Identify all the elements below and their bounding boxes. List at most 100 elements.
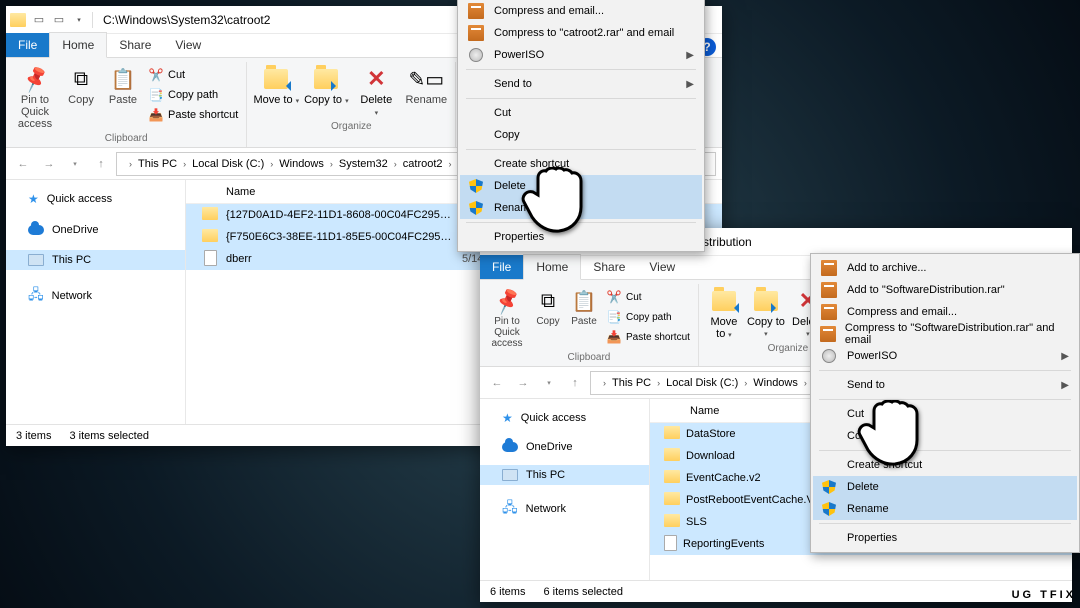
cell-name: {F750E6C3-38EE-11D1-85E5-00C04FC295… (226, 231, 462, 243)
context-menu: Compress and email... Compress to "catro… (457, 0, 705, 252)
move-to-button[interactable]: Move to ▾ (253, 64, 299, 106)
folder-icon (664, 426, 680, 439)
copy-path-button[interactable]: 📑Copy path (604, 308, 692, 326)
nav-forward[interactable]: → (38, 153, 60, 175)
nav-history[interactable]: ▾ (538, 372, 560, 394)
sidebar-quick-access[interactable]: ★Quick access (480, 407, 649, 429)
tab-home[interactable]: Home (49, 32, 107, 58)
menu-item[interactable]: Create shortcut (813, 454, 1077, 476)
copy-to-button[interactable]: Copy to ▾ (303, 64, 349, 106)
crumb[interactable]: Local Disk (C:) (662, 377, 742, 389)
menu-item[interactable]: Copy (813, 425, 1077, 447)
menu-item[interactable]: Properties (460, 226, 702, 248)
copy-button[interactable]: ⧉Copy (62, 64, 100, 106)
crumb[interactable]: catroot2 (399, 158, 447, 170)
copy-path-label: Copy path (168, 89, 218, 101)
menu-item[interactable]: Delete (460, 175, 702, 197)
qat-more[interactable]: ▾ (72, 13, 86, 27)
copy-to-icon (754, 291, 778, 311)
tab-file[interactable]: File (480, 255, 523, 279)
pin-to-quick-access-button[interactable]: 📌Pin to Quick access (486, 286, 528, 349)
paste-shortcut-button[interactable]: 📥Paste shortcut (604, 328, 692, 346)
crumb[interactable]: Windows (749, 377, 802, 389)
menu-item[interactable]: Add to "SoftwareDistribution.rar" (813, 279, 1077, 301)
qat-newfolder[interactable]: ▭ (52, 13, 66, 27)
menu-item[interactable]: Compress and email... (460, 0, 702, 22)
sidebar-this-pc[interactable]: This PC (6, 250, 185, 270)
menu-item[interactable]: Compress and email... (813, 301, 1077, 323)
menu-item[interactable]: Copy (460, 124, 702, 146)
menu-item[interactable]: Add to archive... (813, 257, 1077, 279)
menu-item[interactable]: Send to ▶ (460, 73, 702, 95)
nav-back[interactable]: ← (12, 153, 34, 175)
rename-button[interactable]: ✎▭Rename (403, 64, 449, 106)
folder-icon (202, 229, 218, 242)
nav-up[interactable]: ↑ (90, 153, 112, 175)
sidebar-onedrive[interactable]: OneDrive (6, 220, 185, 240)
paste-shortcut-button[interactable]: 📥Paste shortcut (146, 106, 240, 124)
copy-to-button[interactable]: Copy to ▾ (747, 286, 785, 339)
cut-label: Cut (168, 69, 185, 81)
menu-item[interactable]: Cut (460, 102, 702, 124)
cut-button[interactable]: ✂️Cut (604, 288, 692, 306)
menu-item[interactable]: Delete (813, 476, 1077, 498)
rename-icon: ✎▭ (413, 66, 439, 92)
qat-props[interactable]: ▭ (32, 13, 46, 27)
sidebar-onedrive[interactable]: OneDrive (480, 437, 649, 457)
col-name[interactable]: Name (186, 186, 456, 198)
sidebar-network[interactable]: 🖧Network (6, 280, 185, 312)
status-selected: 6 items selected (543, 586, 622, 598)
tab-home[interactable]: Home (523, 254, 581, 280)
copy-icon: ⧉ (535, 288, 561, 314)
menu-item[interactable]: PowerISO ▶ (813, 345, 1077, 367)
menu-item[interactable]: Cut (813, 403, 1077, 425)
menu-label: Add to archive... (847, 262, 927, 274)
crumb[interactable]: This PC (608, 377, 655, 389)
breadcrumb-path[interactable]: This PC›Local Disk (C:)›Windows›System32… (134, 158, 454, 170)
cell-name: dberr (226, 253, 462, 265)
crumb[interactable]: This PC (134, 158, 181, 170)
menu-item[interactable]: Rename (460, 197, 702, 219)
crumb[interactable]: Windows (275, 158, 328, 170)
nav-up[interactable]: ↑ (564, 372, 586, 394)
sidebar-this-pc[interactable]: This PC (480, 465, 649, 485)
menu-item[interactable]: Send to ▶ (813, 374, 1077, 396)
nav-history[interactable]: ▾ (64, 153, 86, 175)
tab-view[interactable]: View (163, 33, 213, 57)
menu-item[interactable]: PowerISO ▶ (460, 44, 702, 66)
nav-pane: ★Quick access OneDrive This PC 🖧Network (6, 180, 186, 424)
crumb-sep: › (392, 159, 399, 169)
menu-item[interactable]: Compress to "SoftwareDistribution.rar" a… (813, 323, 1077, 345)
menu-item[interactable]: Rename (813, 498, 1077, 520)
sidebar-network[interactable]: 🖧Network (480, 493, 649, 525)
nav-forward[interactable]: → (512, 372, 534, 394)
sidebar-label: This PC (52, 254, 91, 266)
menu-item[interactable]: Properties (813, 527, 1077, 549)
copy-button[interactable]: ⧉Copy (532, 286, 564, 327)
nav-back[interactable]: ← (486, 372, 508, 394)
col-name[interactable]: Name (650, 405, 820, 417)
delete-button[interactable]: ✕Delete▾ (353, 64, 399, 118)
chevron-right-icon: ▶ (1061, 351, 1069, 362)
copy-path-button[interactable]: 📑Copy path (146, 86, 240, 104)
cut-button[interactable]: ✂️Cut (146, 66, 240, 84)
crumb[interactable]: Local Disk (C:) (188, 158, 268, 170)
pin-to-quick-access-button[interactable]: 📌Pin to Quick access (12, 64, 58, 130)
menu-item[interactable]: Compress to "catroot2.rar" and email (460, 22, 702, 44)
move-to-button[interactable]: Move to ▾ (705, 286, 743, 340)
tab-file[interactable]: File (6, 33, 49, 57)
paste-icon: 📋 (571, 288, 597, 314)
menu-item[interactable]: Create shortcut (460, 153, 702, 175)
pin-icon: 📌 (491, 285, 523, 317)
tab-view[interactable]: View (637, 255, 687, 279)
tab-share[interactable]: Share (107, 33, 163, 57)
paste-button[interactable]: 📋Paste (568, 286, 600, 327)
paste-button[interactable]: 📋Paste (104, 64, 142, 106)
shield-icon (822, 502, 836, 516)
sidebar-quick-access[interactable]: ★Quick access (6, 188, 185, 210)
chevron-right-icon: ▶ (686, 79, 694, 90)
cell-name: SLS (686, 516, 816, 528)
menu-label: PowerISO (494, 49, 544, 61)
crumb[interactable]: System32 (335, 158, 392, 170)
tab-share[interactable]: Share (581, 255, 637, 279)
